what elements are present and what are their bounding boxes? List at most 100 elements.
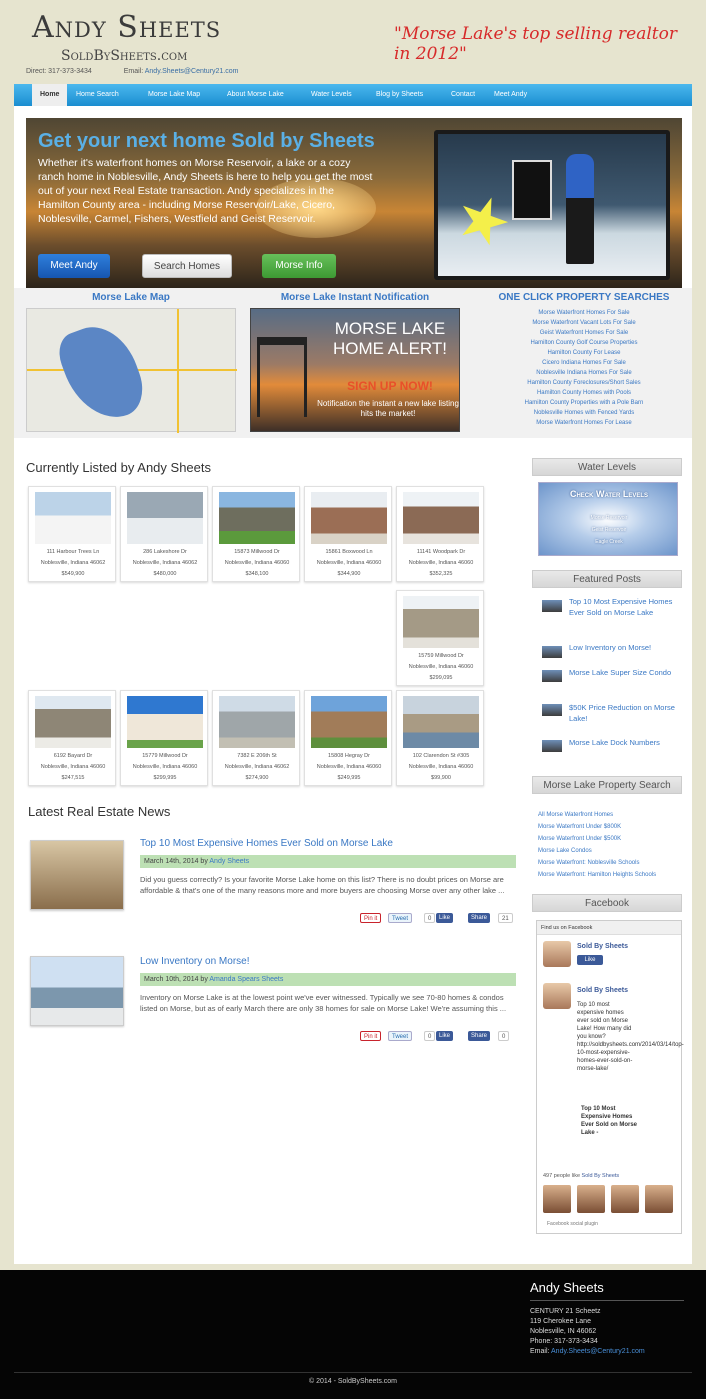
home-alert-note: Notification the instant a new lake list… (317, 399, 459, 418)
site-logo-name[interactable]: Andy Sheets (32, 10, 221, 45)
property-search-link[interactable]: Morse Waterfront Vacant Lots For Sale (484, 318, 684, 328)
featured-post-thumbnail[interactable] (542, 740, 562, 752)
listing-card[interactable]: 286 Lakeshore Dr Noblesville, Indiana 46… (120, 486, 208, 582)
listings-heading: Currently Listed by Andy Sheets (26, 460, 211, 475)
featured-post-link[interactable]: $50K Price Reduction on Morse Lake! (569, 702, 679, 724)
listing-card[interactable]: 6192 Bayard Dr Noblesville, Indiana 4606… (28, 690, 116, 786)
property-search-link[interactable]: Geist Waterfront Homes For Sale (484, 328, 684, 338)
property-search-link[interactable]: Hamilton County Golf Course Properties (484, 338, 684, 348)
facebook-fan-avatar[interactable] (611, 1185, 639, 1213)
featured-post-thumbnail[interactable] (542, 704, 562, 716)
home-alert-banner[interactable]: MORSE LAKE HOME ALERT! SIGN UP NOW! Noti… (250, 308, 460, 432)
alert-promo-title[interactable]: Morse Lake Instant Notification (250, 292, 460, 303)
listing-card[interactable]: 15873 Millwood Dr Noblesville, Indiana 4… (212, 486, 300, 582)
listing-card[interactable]: 7382 E 206th St Noblesville, Indiana 460… (212, 690, 300, 786)
facebook-page-avatar[interactable] (543, 941, 571, 967)
property-search-link[interactable]: Noblesville Homes with Fenced Yards (484, 408, 684, 418)
news-post-title[interactable]: Low Inventory on Morse! (140, 956, 250, 967)
listing-card[interactable]: 111 Harbour Trees Ln Noblesville, Indian… (28, 486, 116, 582)
property-search-link[interactable]: Morse Waterfront Under $500K (538, 836, 684, 842)
facebook-share-button[interactable]: Share (468, 913, 491, 923)
search-promo-title[interactable]: ONE CLICK PROPERTY SEARCHES (484, 292, 684, 303)
news-post-author[interactable]: Andy Sheets (209, 858, 249, 865)
property-search-link[interactable]: Morse Lake Condos (538, 848, 684, 854)
facebook-fan-avatar[interactable] (645, 1185, 673, 1213)
listing-city: Noblesville, Indiana 46060 (316, 560, 382, 566)
search-homes-button[interactable]: Search Homes (142, 254, 232, 278)
news-thumbnail[interactable] (30, 956, 124, 1026)
listing-address: 7382 E 206th St (237, 753, 277, 759)
news-thumbnail[interactable] (30, 840, 124, 910)
check-water-levels-banner[interactable]: Check Water Levels Morse Reservoir Geist… (538, 482, 678, 556)
footer-company: CENTURY 21 Scheetz (530, 1308, 601, 1315)
morse-info-button[interactable]: Morse Info (262, 254, 336, 278)
facebook-like-count-text: 497 people like (543, 1173, 581, 1179)
featured-post-link[interactable]: Morse Lake Super Size Condo (569, 667, 679, 678)
nav-morse-lake-map[interactable]: Morse Lake Map (148, 84, 200, 106)
pin-it-button[interactable]: Pin it (360, 1031, 382, 1041)
facebook-fan-avatar[interactable] (577, 1185, 605, 1213)
footer-divider (530, 1300, 684, 1301)
facebook-page-name[interactable]: Sold By Sheets (577, 943, 628, 950)
pin-it-button[interactable]: Pin it (360, 913, 382, 923)
facebook-fan-avatar[interactable] (543, 1185, 571, 1213)
meet-andy-button[interactable]: Meet Andy (38, 254, 110, 278)
news-post-title[interactable]: Top 10 Most Expensive Homes Ever Sold on… (140, 838, 393, 849)
news-post-author[interactable]: Amanda Spears Sheets (209, 976, 283, 983)
property-search-link[interactable]: Hamilton County Properties with a Pole B… (484, 398, 684, 408)
property-search-link[interactable]: Hamilton County For Lease (484, 348, 684, 358)
featured-post-thumbnail[interactable] (542, 600, 562, 612)
property-search-link[interactable]: All Morse Waterfront Homes (538, 812, 684, 818)
header-email-link[interactable]: Andy.Sheets@Century21.com (145, 68, 239, 75)
facebook-post-author[interactable]: Sold By Sheets (577, 987, 628, 994)
listing-card[interactable]: 15779 Millwood Dr Noblesville, Indiana 4… (120, 690, 208, 786)
nav-about-morse-lake[interactable]: About Morse Lake (227, 84, 284, 106)
listing-address: 111 Harbour Trees Ln (46, 549, 100, 555)
facebook-widget-title: Facebook (532, 894, 682, 912)
nav-water-levels[interactable]: Water Levels (311, 84, 352, 106)
listing-city: Noblesville, Indiana 46060 (40, 764, 106, 770)
facebook-share-button[interactable]: Share (468, 1031, 491, 1041)
featured-post-link[interactable]: Low Inventory on Morse! (569, 642, 679, 653)
property-search-link[interactable]: Hamilton County Foreclosures/Short Sales (484, 378, 684, 388)
property-search-link[interactable]: Morse Waterfront Under $800K (538, 824, 684, 830)
listing-card[interactable]: 11141 Woodpark Dr Noblesville, Indiana 4… (396, 486, 484, 582)
property-search-link[interactable]: Morse Waterfront Homes For Lease (484, 418, 684, 428)
listing-card[interactable]: 15759 Millwood Dr Noblesville, Indiana 4… (396, 590, 484, 686)
property-search-link[interactable]: Cicero Indiana Homes For Sale (484, 358, 684, 368)
facebook-like-count-page[interactable]: Sold By Sheets (582, 1173, 620, 1179)
map-promo-title[interactable]: Morse Lake Map (26, 292, 236, 303)
listing-card[interactable]: 102 Clarendon St #305 Noblesville, India… (396, 690, 484, 786)
listing-photo (311, 696, 387, 748)
listing-card[interactable]: 15861 Boxwood Ln Noblesville, Indiana 46… (304, 486, 392, 582)
nav-meet-andy[interactable]: Meet Andy (494, 84, 527, 106)
listing-price: $249,995 (337, 775, 361, 781)
featured-post-thumbnail[interactable] (542, 646, 562, 658)
property-search-link[interactable]: Morse Waterfront Homes For Sale (484, 308, 684, 318)
featured-post-link[interactable]: Top 10 Most Expensive Homes Ever Sold on… (569, 596, 679, 618)
featured-post-link[interactable]: Morse Lake Dock Numbers (569, 737, 679, 748)
tweet-button[interactable]: Tweet (388, 913, 413, 923)
nav-home[interactable]: Home (32, 84, 68, 106)
listing-photo (219, 492, 295, 544)
facebook-find-us[interactable]: Find us on Facebook (537, 921, 681, 935)
property-search-link[interactable]: Morse Waterfront: Noblesville Schools (538, 860, 684, 866)
facebook-page-like-button[interactable]: Like (577, 955, 603, 965)
nav-contact[interactable]: Contact (451, 84, 475, 106)
property-search-link[interactable]: Morse Waterfront: Hamilton Heights Schoo… (538, 872, 684, 878)
news-post-date: March 10th, 2014 by (144, 976, 208, 983)
facebook-post-link-title[interactable]: Top 10 Most Expensive Homes Ever Sold on… (581, 1105, 645, 1137)
footer-email-link[interactable]: Andy.Sheets@Century21.com (551, 1348, 645, 1355)
facebook-like-button[interactable]: Like (436, 1031, 454, 1041)
tweet-button[interactable]: Tweet (388, 1031, 413, 1041)
nav-blog[interactable]: Blog by Sheets (376, 84, 423, 106)
featured-post-thumbnail[interactable] (542, 670, 562, 682)
water-banner-line: Morse Reservoir (590, 515, 628, 521)
property-search-link[interactable]: Hamilton County Homes with Pools (484, 388, 684, 398)
property-search-link[interactable]: Noblesville Indiana Homes For Sale (484, 368, 684, 378)
listing-card[interactable]: 15808 Hegray Dr Noblesville, Indiana 460… (304, 690, 392, 786)
facebook-like-button[interactable]: Like (436, 913, 454, 923)
facebook-like-box: Find us on Facebook Sold By Sheets Like … (536, 920, 684, 1234)
morse-lake-map[interactable] (26, 308, 237, 433)
nav-home-search[interactable]: Home Search (76, 84, 119, 106)
